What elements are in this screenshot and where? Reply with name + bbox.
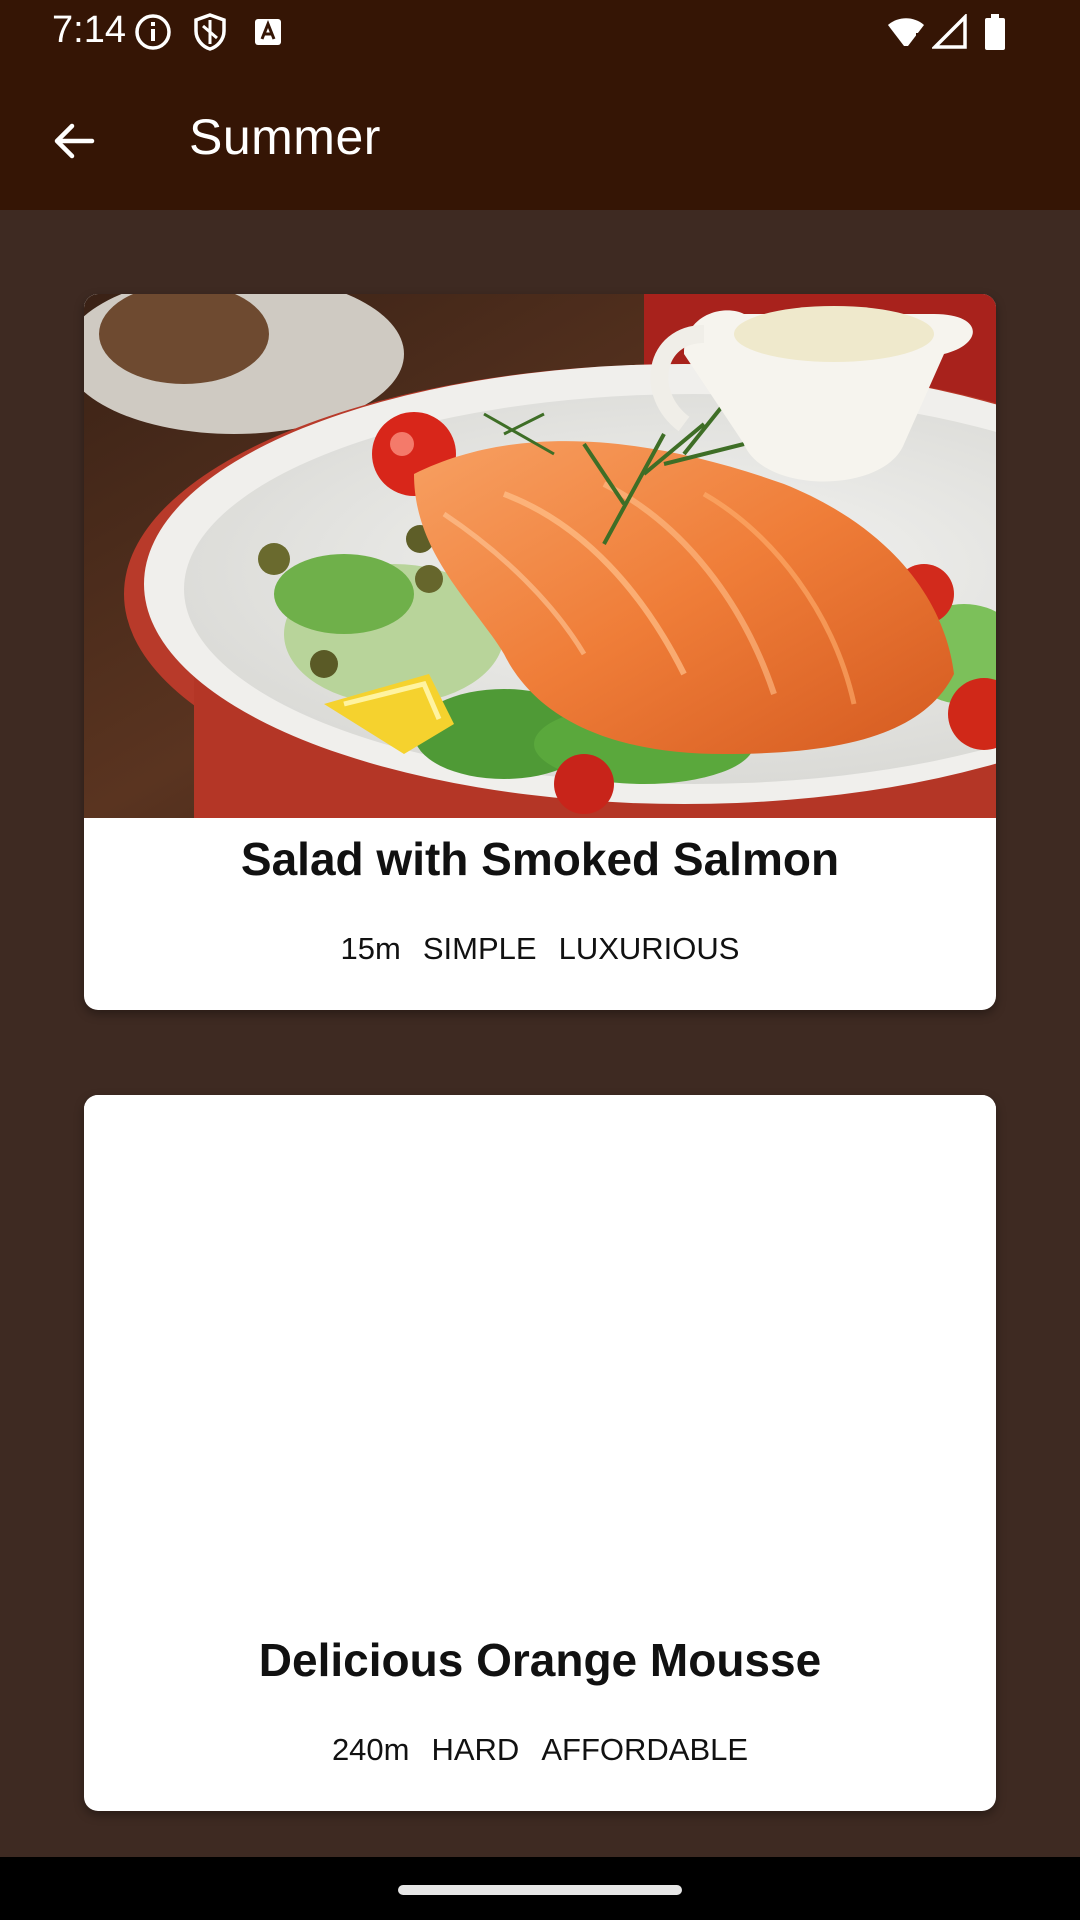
meal-complexity: HARD [431,1732,520,1767]
home-indicator[interactable] [398,1885,682,1895]
meal-card[interactable]: Salad with Smoked Salmon 15m SIMPLE LUXU… [84,294,996,1010]
text-a-icon [248,12,288,52]
meal-image [84,294,996,818]
meal-list[interactable]: Salad with Smoked Salmon 15m SIMPLE LUXU… [0,210,1080,1857]
meal-duration: 15m [340,931,401,966]
meal-affordability: AFFORDABLE [541,1732,749,1767]
meal-duration: 240m [331,1732,410,1767]
meal-title: Salad with Smoked Salmon [240,833,840,885]
signal-icon [930,12,970,52]
battery-icon [975,12,1015,52]
status-time: 7:14 [52,9,126,51]
meal-affordability: LUXURIOUS [558,931,740,966]
app-bar: Summer [0,63,1080,210]
meal-meta: 15m SIMPLE LUXURIOUS [84,929,996,969]
meal-card[interactable]: Delicious Orange Mousse 240m HARD AFFORD… [84,1095,996,1811]
arrow-back-icon [54,123,95,159]
meal-complexity: SIMPLE [422,931,537,966]
shield-icon [190,12,230,52]
meal-title: Delicious Orange Mousse [258,1634,822,1686]
meal-meta: 240m HARD AFFORDABLE [84,1730,996,1770]
info-icon [133,12,173,52]
back-button[interactable] [36,103,112,179]
screen: 7:14 Summer Salad with Smoked Salmon 15m… [0,0,1080,1920]
navigation-bar [0,1857,1080,1920]
meal-image [84,1095,996,1619]
wifi-icon [886,12,926,52]
status-bar: 7:14 [0,0,1080,63]
page-title: Summer [189,109,381,165]
